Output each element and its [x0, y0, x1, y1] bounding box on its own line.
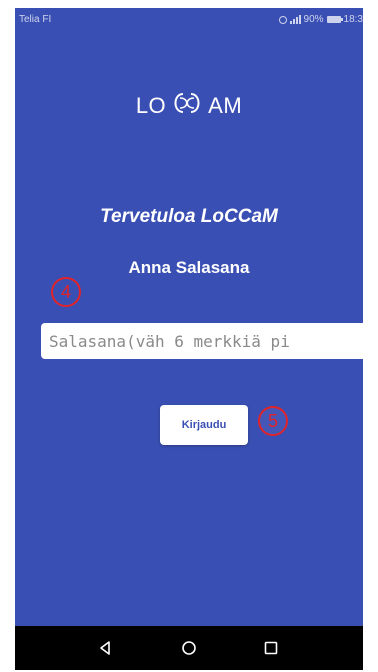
clock-label: 18:3	[343, 14, 363, 25]
loccam-logo-mark-icon	[167, 88, 207, 124]
home-icon[interactable]	[181, 640, 197, 656]
password-input[interactable]	[41, 323, 363, 359]
recent-apps-icon[interactable]	[263, 640, 279, 656]
app-logo: LO AM	[15, 86, 363, 126]
screenshot-frame: Telia FI 90% 18:3 LO AM Tervetuloa LoCCa…	[0, 0, 378, 672]
battery-percentage: 90%	[303, 14, 324, 25]
battery-icon	[326, 16, 343, 23]
app-screen: Telia FI 90% 18:3 LO AM Tervetuloa LoCCa…	[15, 8, 363, 670]
password-prompt: Anna Salasana	[128, 258, 250, 277]
alarm-icon	[278, 15, 287, 24]
annotation-marker-5: 5	[258, 406, 288, 436]
system-nav-bar	[15, 626, 363, 670]
logo-text-right: AM	[208, 93, 243, 118]
welcome-title: Tervetuloa LoCCaM	[100, 206, 278, 227]
back-icon[interactable]	[97, 640, 113, 656]
status-indicators: 90% 18:3	[278, 14, 363, 25]
status-bar: Telia FI 90% 18:3	[15, 8, 363, 30]
login-button[interactable]: Kirjaudu	[160, 405, 248, 445]
logo-text-left: LO	[135, 93, 167, 118]
annotation-marker-4: 4	[51, 277, 81, 307]
signal-icon	[289, 15, 301, 24]
carrier-label: Telia FI	[19, 14, 52, 25]
